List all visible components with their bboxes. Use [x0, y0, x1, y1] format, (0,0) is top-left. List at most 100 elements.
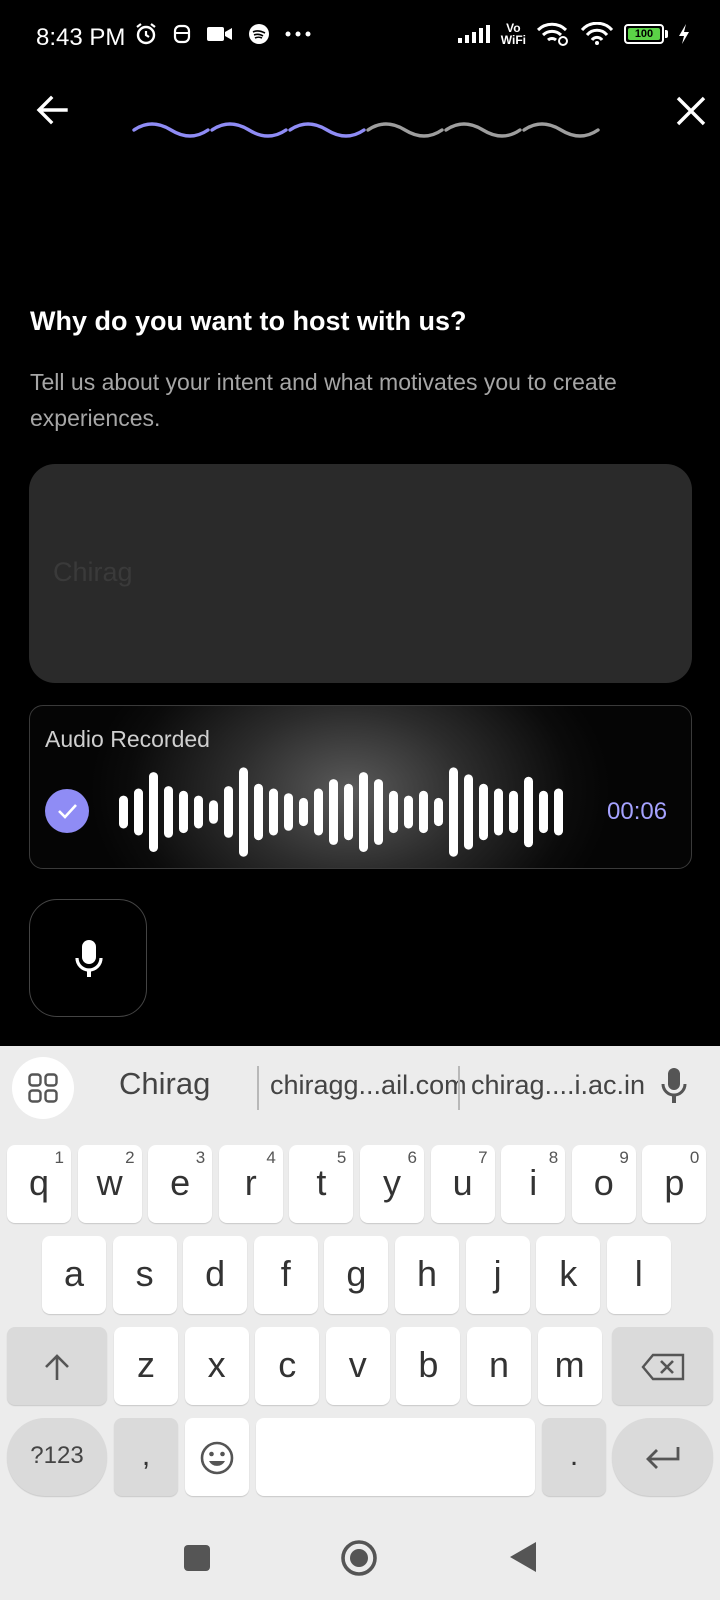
intent-text-input[interactable]: Chirag — [29, 464, 692, 683]
key-j[interactable]: j — [465, 1236, 530, 1314]
page-title: Why do you want to host with us? — [30, 306, 467, 336]
key-p[interactable]: p0 — [642, 1145, 707, 1223]
face-icon — [173, 24, 191, 44]
key-label: j — [493, 1253, 502, 1294]
key-e[interactable]: e3 — [148, 1145, 213, 1223]
key-u[interactable]: u7 — [430, 1145, 495, 1223]
key-label: a — [63, 1253, 85, 1294]
key-n[interactable]: n — [467, 1327, 531, 1405]
suggestion-divider — [458, 1066, 460, 1110]
key-i[interactable]: i8 — [501, 1145, 566, 1223]
status-system-icons: Vo WiFi 100 — [457, 22, 690, 46]
waveform-bar — [539, 790, 548, 834]
backspace-icon — [640, 1354, 684, 1381]
signal-icon — [457, 25, 490, 43]
key-r[interactable]: r4 — [218, 1145, 283, 1223]
key-label: w — [96, 1162, 123, 1203]
waveform-bar — [509, 790, 518, 834]
symbols-key[interactable]: ?123 — [7, 1418, 107, 1496]
waveform-bar — [239, 767, 248, 857]
record-audio-button[interactable] — [29, 899, 147, 1017]
keyboard-menu-button[interactable] — [12, 1057, 74, 1119]
waveform-bar — [389, 790, 398, 834]
key-hint: 9 — [619, 1148, 629, 1167]
close-button[interactable] — [674, 94, 708, 128]
step-progress-indicator — [132, 122, 600, 138]
key-o[interactable]: o9 — [571, 1145, 636, 1223]
key-label: k — [559, 1253, 578, 1294]
intent-text-placeholder: Chirag — [53, 557, 133, 587]
key-f[interactable]: f — [253, 1236, 318, 1314]
progress-step-pending — [444, 122, 522, 138]
emoji-key[interactable] — [185, 1418, 249, 1496]
key-hint: 5 — [336, 1148, 347, 1167]
suggestion-3[interactable]: chirag....i.ac.in — [471, 1070, 645, 1101]
key-l[interactable]: l — [606, 1236, 671, 1314]
suggestion-2[interactable]: chiragg...ail.com — [270, 1070, 467, 1101]
key-label: f — [280, 1253, 291, 1294]
comma-key[interactable]: , — [114, 1418, 178, 1496]
charging-icon — [679, 24, 689, 44]
key-hint: 3 — [195, 1148, 206, 1167]
key-v[interactable]: v — [325, 1327, 390, 1405]
audio-recording-card[interactable]: Audio Recorded 00:06 — [29, 705, 692, 869]
key-label: c — [278, 1344, 297, 1385]
battery-icon: 100 — [624, 24, 668, 44]
arrow-left-icon — [36, 95, 68, 125]
waveform-bar — [164, 786, 173, 838]
key-s[interactable]: s — [112, 1236, 177, 1314]
key-x[interactable]: x — [184, 1327, 249, 1405]
waveform-bar — [404, 795, 413, 829]
shift-key[interactable] — [7, 1327, 107, 1405]
key-d[interactable]: d — [183, 1236, 248, 1314]
battery-level: 100 — [628, 28, 660, 40]
status-notification-icons — [134, 22, 312, 46]
key-hint: 8 — [548, 1148, 559, 1167]
key-g[interactable]: g — [324, 1236, 389, 1314]
enter-key[interactable] — [612, 1418, 713, 1496]
backspace-key[interactable] — [612, 1327, 713, 1405]
helper-text: Tell us about your intent and what motiv… — [30, 369, 617, 431]
key-k[interactable]: k — [536, 1236, 601, 1314]
key-c[interactable]: c — [255, 1327, 320, 1405]
space-key[interactable] — [256, 1418, 535, 1496]
key-hint: 4 — [266, 1148, 276, 1167]
key-m[interactable]: m — [537, 1327, 602, 1405]
key-hint: 7 — [478, 1148, 488, 1167]
waveform-bar — [449, 767, 458, 857]
grid-icon — [28, 1073, 58, 1103]
status-bar: 8:43 PM Vo WiFi 100 — [0, 0, 720, 80]
back-icon[interactable] — [508, 1540, 538, 1574]
key-label: e — [170, 1162, 191, 1203]
key-label: t — [316, 1162, 327, 1203]
key-z[interactable]: z — [114, 1327, 178, 1405]
waveform-bar — [329, 779, 338, 845]
microphone-icon — [75, 940, 103, 977]
key-b[interactable]: b — [396, 1327, 461, 1405]
suggestion-1[interactable]: Chirag — [119, 1066, 210, 1102]
key-label: s — [135, 1253, 154, 1294]
voice-input-icon[interactable] — [660, 1066, 688, 1108]
key-label: m — [554, 1344, 585, 1385]
home-icon[interactable] — [340, 1539, 378, 1577]
recents-icon[interactable] — [183, 1544, 211, 1572]
key-label: q — [28, 1162, 50, 1203]
shift-arrow-icon — [45, 1354, 69, 1381]
key-label: h — [416, 1253, 438, 1294]
key-t[interactable]: t5 — [289, 1145, 354, 1223]
key-a[interactable]: a — [42, 1236, 106, 1314]
key-y[interactable]: y6 — [360, 1145, 424, 1223]
key-h[interactable]: h — [395, 1236, 459, 1314]
check-icon — [45, 789, 89, 833]
key-q[interactable]: q1 — [7, 1145, 71, 1223]
back-button[interactable] — [34, 92, 70, 128]
suggestion-bar: Chirag chiragg...ail.com chirag....i.ac.… — [0, 1046, 720, 1128]
key-w[interactable]: w2 — [77, 1145, 142, 1223]
key-hint: 6 — [407, 1148, 417, 1167]
audio-waveform — [119, 767, 563, 857]
waveform-bar — [194, 795, 203, 829]
key-hint: 2 — [125, 1148, 135, 1167]
waveform-bar — [134, 788, 143, 836]
period-key[interactable]: . — [542, 1418, 606, 1496]
suggestion-divider — [257, 1066, 259, 1110]
